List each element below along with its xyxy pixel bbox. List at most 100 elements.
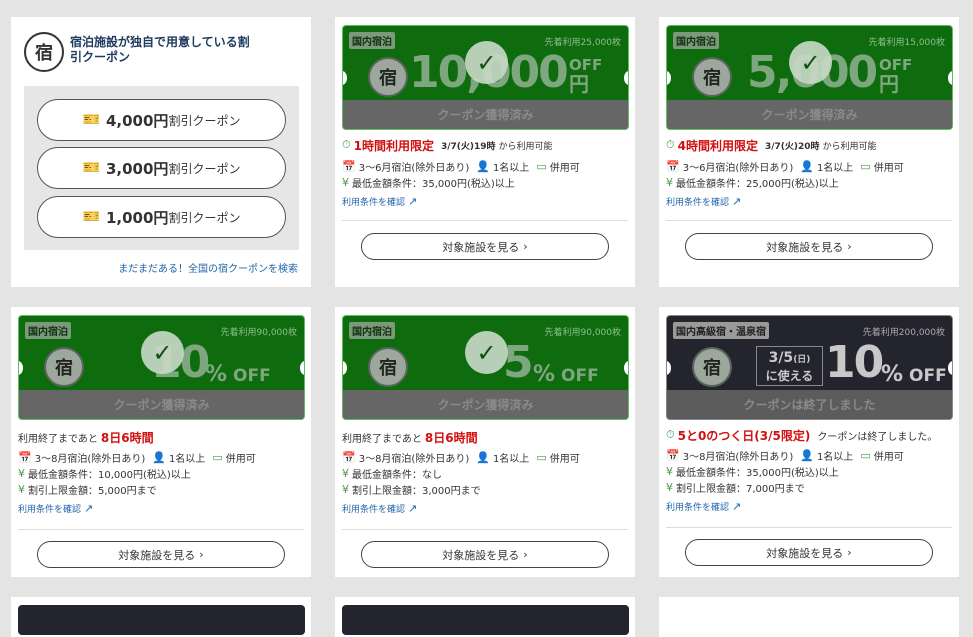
usage-limit: 先着利用15,000枚 (868, 38, 946, 48)
coupon-status: クーポン獲得済み (19, 390, 304, 419)
terms-link[interactable]: 利用条件を確認 (666, 195, 729, 208)
off-label: OFF (233, 366, 271, 386)
external-link-icon[interactable]: ↗ (732, 500, 741, 513)
coupon-card: 国内高級宿・温泉宿 先着利用200,000枚 宿 3/5(日) に使える 10 … (659, 307, 959, 577)
terms-link[interactable]: 利用条件を確認 (342, 195, 405, 208)
combo-status: 併用可 (225, 453, 256, 465)
coupon-button-4000[interactable]: 🎫 4,000円 割引クーポン (37, 99, 286, 141)
combo-status: 併用可 (549, 453, 580, 465)
unit-label: % (533, 362, 556, 387)
view-facilities-button[interactable]: 対象施設を見る › (361, 541, 609, 568)
external-link-icon[interactable]: ↗ (408, 502, 417, 515)
coupon-suffix: 割引クーポン (168, 210, 241, 225)
people-count: 1名以上 (492, 162, 530, 174)
coupon-ticket (18, 605, 305, 635)
person-icon: 👤 (800, 159, 814, 173)
coupon-button-1000[interactable]: 🎫 1,000円 割引クーポン (37, 196, 286, 238)
search-coupons-link[interactable]: まだまだある！全国の宿クーポンを検索 (118, 260, 298, 275)
discount-amount: 10 (825, 337, 884, 388)
headline-time: 3/7(火)19時 (440, 141, 496, 152)
headline-tail: クーポンは終了しました。 (817, 431, 938, 443)
terms-link[interactable]: 利用条件を確認 (342, 502, 405, 515)
stay-period: 3〜8月宿泊(除外日あり) (358, 453, 470, 465)
headline-tail: から利用可能 (822, 141, 877, 152)
use-date: 3/5 (768, 350, 794, 366)
yado-seal-icon: 宿 (692, 347, 732, 387)
coupon-button-3000[interactable]: 🎫 3,000円 割引クーポン (37, 147, 286, 189)
unit-label: % (205, 362, 228, 387)
chevron-right-icon: › (847, 546, 852, 559)
coupon-card: 国内宿泊 先着利用90,000枚 宿 10 % OFF ✓ クーポン獲得済み 利… (11, 307, 311, 577)
clock-icon: ⏱ (666, 428, 675, 441)
chevron-right-icon: › (199, 548, 204, 561)
combo-icon: ▭ (212, 450, 223, 464)
chevron-right-icon: › (523, 548, 528, 561)
headline-red: 5と0のつく日(3/5限定) (677, 428, 811, 443)
view-facilities-button[interactable]: 対象施設を見る › (361, 233, 609, 260)
coupon-info: ⏱ 5と0のつく日(3/5限定) クーポンは終了しました。 📅 3〜8月宿泊(除外日あ… (666, 427, 937, 514)
check-icon: ✓ (141, 331, 184, 374)
calendar-icon: 📅 (666, 448, 680, 462)
combo-icon: ▭ (860, 448, 871, 462)
coupon-card: 国内宿泊 先着利用25,000枚 宿 10,000 OFF 円 ✓ クーポン獲得… (335, 17, 635, 287)
external-link-icon[interactable]: ↗ (408, 195, 417, 208)
intro-card: 宿 宿泊施設が独自で用意している割引クーポン 🎫 4,000円 割引クーポン 🎫… (11, 17, 311, 287)
people-count: 1名以上 (168, 453, 206, 465)
stay-period: 3〜8月宿泊(除外日あり) (34, 453, 146, 465)
yado-seal-icon: 宿 (368, 347, 408, 387)
yen-icon: ¥ (666, 175, 673, 189)
people-count: 1名以上 (816, 162, 854, 174)
ticket-icon: 🎫 (82, 112, 100, 128)
external-link-icon[interactable]: ↗ (84, 502, 93, 515)
check-icon: ✓ (465, 41, 508, 84)
coupon-card (11, 597, 311, 637)
coupon-ticket: 国内宿泊 先着利用90,000枚 宿 10 % OFF ✓ クーポン獲得済み (18, 315, 305, 420)
coupon-status: クーポン獲得済み (343, 390, 628, 419)
coupon-card (335, 597, 635, 637)
coupon-info: 利用終了まであと 8日6時間 📅 3〜8月宿泊(除外日あり) 👤 1名以上 ▭ 併用可 ¥ 最… (18, 429, 256, 516)
people-count: 1名以上 (492, 453, 530, 465)
clock-icon: ⏱ (342, 138, 351, 151)
calendar-icon: 📅 (666, 159, 680, 173)
headline-tail: から利用可能 (498, 141, 553, 152)
combo-status: 併用可 (873, 451, 904, 463)
coupon-suffix: 割引クーポン (168, 113, 241, 128)
coupon-status: クーポン獲得済み (343, 100, 628, 129)
view-facilities-button[interactable]: 対象施設を見る › (685, 233, 933, 260)
chevron-right-icon: › (523, 240, 528, 253)
view-facilities-button[interactable]: 対象施設を見る › (685, 539, 933, 566)
external-link-icon[interactable]: ↗ (732, 195, 741, 208)
calendar-icon: 📅 (342, 450, 356, 464)
view-facilities-button[interactable]: 対象施設を見る › (37, 541, 285, 568)
discount-amount: 5 (503, 337, 534, 388)
headline-red: 1時間利用限定 (353, 138, 434, 153)
coupon-card: 国内宿泊 先着利用90,000枚 宿 5 % OFF ✓ クーポン獲得済み 利用… (335, 307, 635, 577)
headline-red: 4時間利用限定 (677, 138, 758, 153)
coupon-status: クーポン獲得済み (667, 100, 952, 129)
stay-period: 3〜6月宿泊(除外日あり) (358, 162, 470, 174)
usage-limit: 先着利用90,000枚 (220, 328, 298, 338)
headline-red: 8日6時間 (424, 430, 478, 445)
check-icon: ✓ (465, 331, 508, 374)
category-badge: 国内宿泊 (349, 32, 395, 49)
stay-period: 3〜8月宿泊(除外日あり) (682, 451, 794, 463)
headline-time: 3/7(火)20時 (764, 141, 820, 152)
ticket-icon: 🎫 (82, 209, 100, 225)
coupon-amount: 1,000円 (105, 208, 169, 227)
yado-seal-icon: 宿 (368, 57, 408, 97)
yado-seal-icon: 宿 (44, 347, 84, 387)
off-label: OFF (561, 366, 599, 386)
terms-link[interactable]: 利用条件を確認 (666, 500, 729, 513)
calendar-icon: 📅 (342, 159, 356, 173)
people-count: 1名以上 (816, 451, 854, 463)
usage-limit: 先着利用90,000枚 (544, 328, 622, 338)
chevron-right-icon: › (847, 240, 852, 253)
person-icon: 👤 (800, 448, 814, 462)
ticket-icon: 🎫 (82, 160, 100, 176)
condition: 割引上限金額：3,000円まで (352, 485, 481, 497)
person-icon: 👤 (476, 450, 490, 464)
coupon-ticket: 国内宿泊 先着利用25,000枚 宿 10,000 OFF 円 ✓ クーポン獲得… (342, 25, 629, 130)
coupon-amount: 3,000円 (105, 159, 169, 178)
terms-link[interactable]: 利用条件を確認 (18, 502, 81, 515)
off-label: OFF (879, 56, 913, 74)
